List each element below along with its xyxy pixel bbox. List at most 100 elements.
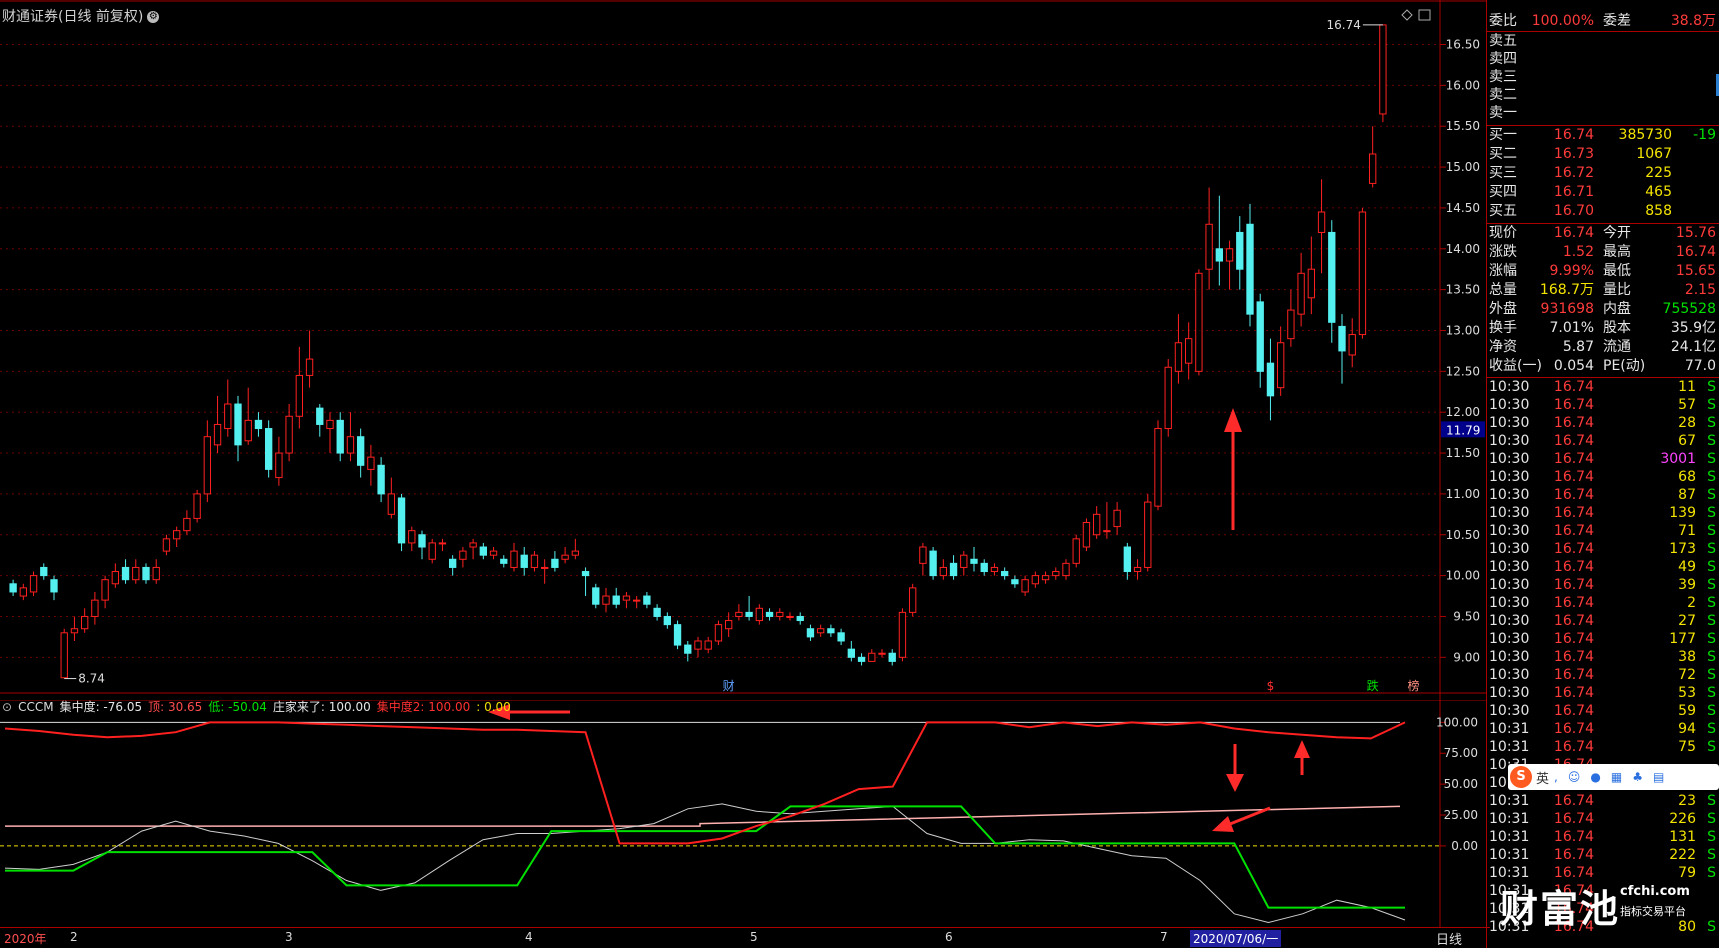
mic-icon[interactable]: ●	[1590, 770, 1600, 784]
tick-row: 10:30 16.74 57 S	[1487, 396, 1719, 414]
quote-cell: 内盘	[1603, 301, 1631, 317]
tick-row: 10:30 16.74 173 S	[1487, 540, 1719, 558]
quote-cell: 10:30	[1489, 505, 1530, 521]
quote-cell: S	[1707, 577, 1716, 593]
candle-body	[827, 628, 835, 634]
candle-body	[755, 607, 764, 622]
candle-body	[1358, 211, 1367, 336]
indicator-chart[interactable]: 100.00 75.00 50.00 25.00 0.00	[0, 700, 1486, 927]
ime-toolbar[interactable]: S 英 , ☺ ● ▦ ♣ ▤	[1508, 764, 1719, 790]
chart-title: 财通证券(日线 前复权) ⚙	[2, 9, 160, 25]
quote-cell: 16.74	[1553, 739, 1594, 755]
emoji-icon[interactable]: ☺	[1568, 770, 1581, 784]
candle-body	[254, 419, 263, 430]
candle-body	[939, 566, 948, 577]
tick-row: 10:31 16.74 23 S	[1487, 792, 1719, 810]
quote-cell: 16.74	[1553, 487, 1594, 503]
candle-body	[592, 587, 600, 605]
quote-cell: S	[1707, 559, 1716, 575]
tick-row: 10:31 16.74 94 S	[1487, 720, 1719, 738]
candle-body	[970, 558, 978, 564]
price-tick-label: 12.00	[1446, 405, 1480, 419]
indicator-value-label: 顶: 30.65	[148, 700, 203, 714]
quote-cell: 10:30	[1489, 577, 1530, 593]
quote-cell: 16.74	[1553, 451, 1594, 467]
quote-cell: 11	[1678, 379, 1696, 395]
toolbox-icon[interactable]: ▤	[1653, 770, 1664, 784]
stat-row: 涨幅 9.99% 最低 15.65	[1487, 262, 1719, 280]
ask-row: 卖四	[1487, 50, 1719, 68]
quote-cell: 9.99%	[1549, 263, 1594, 279]
price-tick-label: 10.50	[1446, 528, 1480, 542]
candle-body	[949, 562, 958, 577]
tick-row: 10:30 16.74 139 S	[1487, 504, 1719, 522]
quote-cell: 16.74	[1675, 244, 1716, 260]
candle-body	[162, 538, 171, 552]
quote-cell: 10:30	[1489, 379, 1530, 395]
quote-cell: 16.71	[1553, 184, 1594, 200]
quote-cell: S	[1707, 631, 1716, 647]
quote-cell: 10:30	[1489, 703, 1530, 719]
quote-cell: 2.15	[1684, 282, 1716, 298]
indicator-title: ⊙ CCCM 集中度: -76.05 顶: 30.65 低: -50.04 庄家来了: 1…	[2, 698, 517, 715]
quote-cell: 38.8万	[1670, 13, 1716, 29]
ime-lang[interactable]: 英	[1536, 768, 1549, 787]
candle-body	[448, 558, 457, 568]
quote-cell: 卖四	[1489, 51, 1517, 67]
candle-body	[571, 550, 580, 556]
quote-cell: 0.054	[1553, 358, 1594, 374]
tick-row: 10:30 16.74 87 S	[1487, 486, 1719, 504]
quote-cell: 68	[1678, 469, 1696, 485]
date-tick: 2020年	[4, 932, 47, 946]
candle-body	[776, 611, 784, 617]
candle-body	[1246, 223, 1254, 315]
candle-body	[356, 436, 365, 466]
candle-body	[878, 652, 886, 655]
quote-cell: 最低	[1603, 263, 1631, 279]
quote-cell: 16.74	[1553, 559, 1594, 575]
price-tick-label: 9.50	[1453, 609, 1480, 623]
settings-gear-icon[interactable]: ⚙	[147, 11, 160, 23]
quote-cell: 75	[1678, 739, 1696, 755]
candlestick-chart[interactable]: 16.50 16.00 15.50 15.00 14.50 14.00 13.50 13.00…	[0, 0, 1486, 700]
ind-tick-label: 100.00	[1436, 715, 1478, 729]
indicator-value-label: : 0.00	[476, 700, 511, 714]
quote-cell: 16.74	[1553, 541, 1594, 557]
candle-body	[806, 628, 815, 638]
candle-body	[19, 587, 28, 597]
candle-body	[316, 407, 324, 425]
candle-body	[1133, 566, 1142, 573]
candle-body	[213, 423, 222, 446]
punctuation-icon[interactable]: ,	[1554, 770, 1558, 784]
quote-cell: 股本	[1603, 320, 1631, 336]
quote-cell: S	[1707, 505, 1716, 521]
quote-cell: S	[1707, 433, 1716, 449]
indicator-settings-icon[interactable]: ⊙	[2, 700, 12, 714]
quote-cell: 买四	[1489, 184, 1517, 200]
candle-body	[224, 403, 232, 430]
keyboard-icon[interactable]: ▦	[1611, 770, 1622, 784]
ask-row: 卖五	[1487, 32, 1719, 50]
quote-cell: 39	[1678, 577, 1696, 593]
candle-body	[1062, 562, 1070, 577]
quote-cell: 177	[1669, 631, 1696, 647]
watermark-subtitle: 指标交易平台	[1620, 905, 1686, 918]
quote-panel: 委比 100.00% 委差 38.8万 卖五 卖四 卖三 卖二 卖一 买一 16.74 385730 -…	[1486, 0, 1719, 948]
quote-cell: 10:30	[1489, 397, 1530, 413]
stat-row: 涨跌 1.52 最高 16.74	[1487, 243, 1719, 261]
price-tick-label: 15.00	[1446, 160, 1480, 174]
ask-row: 卖二	[1487, 86, 1719, 104]
candle-body	[40, 566, 48, 577]
quote-cell: 收益(一)	[1489, 358, 1542, 374]
period-label[interactable]: 日线	[1436, 929, 1462, 948]
candle-body	[530, 554, 539, 568]
candle-body	[694, 640, 702, 650]
quote-cell: S	[1707, 595, 1716, 611]
candle-body	[1000, 571, 1009, 577]
quote-cell: 16.74	[1553, 649, 1594, 665]
skin-icon[interactable]: ♣	[1632, 770, 1643, 784]
quote-cell: 131	[1669, 829, 1696, 845]
quote-cell: S	[1707, 919, 1716, 935]
quote-cell: 16.74	[1553, 523, 1594, 539]
date-tick: 4	[525, 930, 533, 944]
